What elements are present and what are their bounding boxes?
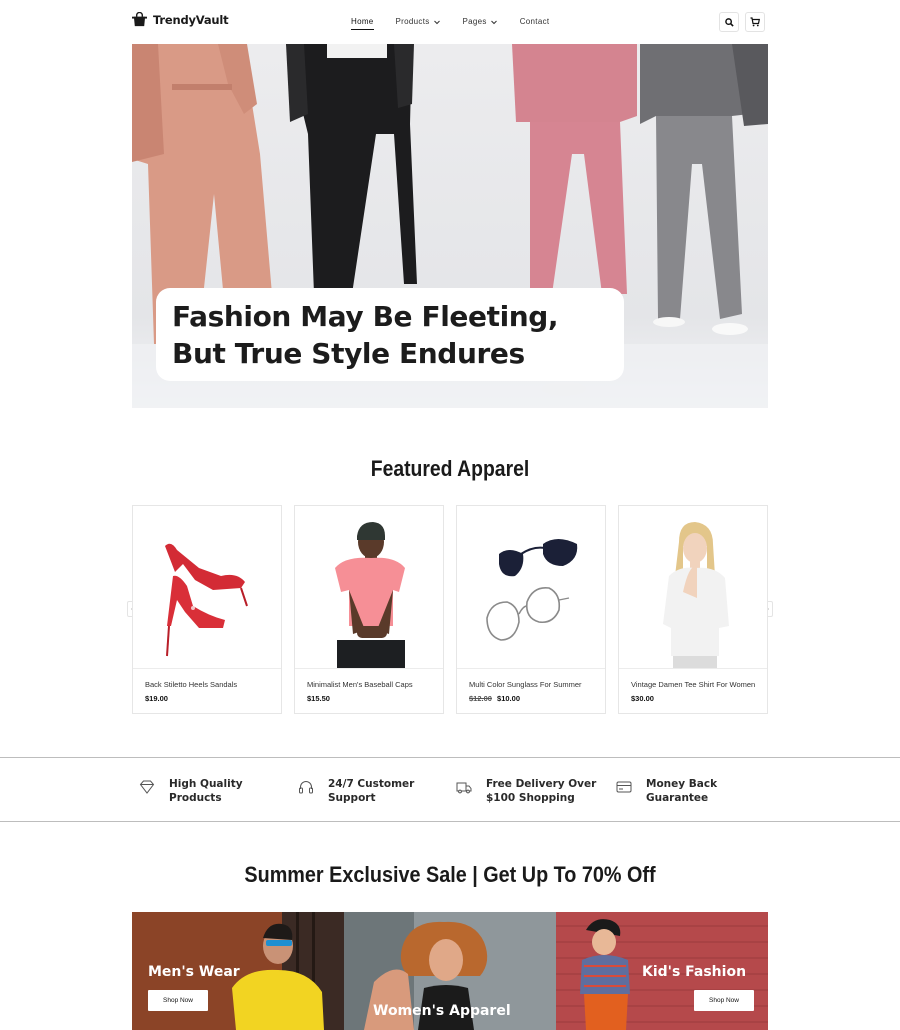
cart-button[interactable] xyxy=(745,12,765,32)
product-card[interactable]: Multi Color Sunglass For Summer $12.00 $… xyxy=(456,505,606,714)
truck-icon xyxy=(456,782,472,794)
feature-line-1: Free Delivery Over xyxy=(486,778,597,790)
product-card[interactable]: Vintage Damen Tee Shirt For Women $30.00 xyxy=(618,505,768,714)
product-name[interactable]: Vintage Damen Tee Shirt For Women xyxy=(631,680,755,689)
nav-pages-label: Pages xyxy=(462,17,487,26)
category-kids-fashion[interactable]: Kid's Fashion Shop Now xyxy=(556,912,768,1030)
product-image-baseball-cap xyxy=(295,506,443,669)
chevron-down-icon xyxy=(433,20,440,24)
product-card[interactable]: Back Stiletto Heels Sandals $19.00 xyxy=(132,505,282,714)
category-label: Women's Apparel xyxy=(373,1003,511,1019)
product-current-price: $15.50 xyxy=(307,694,330,703)
feature-text: Free Delivery Over $100 Shopping xyxy=(486,777,596,805)
shop-now-button[interactable]: Shop Now xyxy=(148,990,208,1011)
feature-line-2: Products xyxy=(169,792,222,804)
product-current-price: $30.00 xyxy=(631,694,654,703)
nav-pages[interactable]: Pages xyxy=(463,17,498,26)
category-womens-apparel[interactable]: Women's Apparel xyxy=(344,912,556,1030)
feature-line-2: Guarantee xyxy=(646,792,709,804)
headset-icon xyxy=(299,781,313,794)
brand-name: TrendyVault xyxy=(153,12,229,27)
cart-icon xyxy=(750,17,760,27)
feature-text: High Quality Products xyxy=(169,777,243,805)
category-label: Kid's Fashion xyxy=(642,964,747,980)
nav-products-label: Products xyxy=(395,17,430,26)
category-label: Men's Wear xyxy=(148,964,240,980)
chevron-down-icon xyxy=(490,20,497,24)
diamond-icon xyxy=(139,780,155,794)
feature-item: 24/7 Customer Support xyxy=(298,777,414,805)
product-image-sunglasses xyxy=(457,506,605,669)
feature-item: Free Delivery Over $100 Shopping xyxy=(456,777,596,805)
category-mens-wear[interactable]: Men's Wear Shop Now xyxy=(132,912,344,1030)
brand-logo[interactable]: TrendyVault xyxy=(132,12,229,27)
nav-home[interactable]: Home xyxy=(351,17,374,30)
feature-line-1: 24/7 Customer xyxy=(328,778,415,790)
features-bar: High Quality Products 24/7 Customer Supp… xyxy=(0,757,900,822)
hero-banner: Fashion May Be Fleeting, But True Style … xyxy=(132,44,768,408)
product-image-heels xyxy=(133,506,281,669)
product-card[interactable]: Minimalist Men's Baseball Caps $15.50 xyxy=(294,505,444,714)
feature-line-1: High Quality xyxy=(169,778,243,790)
product-carousel: Back Stiletto Heels Sandals $19.00 Minim… xyxy=(132,505,768,714)
product-current-price: $19.00 xyxy=(145,694,168,703)
hero-title-line-2: But True Style Endures xyxy=(172,337,525,370)
search-icon xyxy=(724,17,734,27)
site-header: TrendyVault Home Products Pages Contact xyxy=(0,0,900,44)
product-name[interactable]: Multi Color Sunglass For Summer xyxy=(469,680,582,689)
hero-title-line-1: Fashion May Be Fleeting, xyxy=(172,300,559,333)
feature-text: Money Back Guarantee xyxy=(646,777,717,805)
feature-item: Money Back Guarantee xyxy=(616,777,717,805)
product-old-price: $12.00 xyxy=(469,694,492,703)
nav-home-label: Home xyxy=(351,17,374,26)
feature-line-2: Support xyxy=(328,792,376,804)
product-image-womens-tee xyxy=(619,506,767,669)
feature-line-2: $100 Shopping xyxy=(486,792,575,804)
feature-line-1: Money Back xyxy=(646,778,718,790)
product-current-price: $10.00 xyxy=(497,694,520,703)
product-price: $15.50 xyxy=(307,694,330,703)
feature-item: High Quality Products xyxy=(139,777,243,805)
nav-contact[interactable]: Contact xyxy=(520,17,550,26)
shop-now-button[interactable]: Shop Now xyxy=(694,990,754,1011)
hero-headline-card: Fashion May Be Fleeting, But True Style … xyxy=(156,288,624,381)
nav-products[interactable]: Products xyxy=(396,17,441,26)
product-price: $19.00 xyxy=(145,694,168,703)
shopping-bag-logo-icon xyxy=(132,12,147,27)
main-menu: Home Products Pages Contact xyxy=(351,17,571,30)
search-button[interactable] xyxy=(719,12,739,32)
card-icon xyxy=(616,781,632,793)
product-price: $30.00 xyxy=(631,694,654,703)
product-name[interactable]: Minimalist Men's Baseball Caps xyxy=(307,680,413,689)
nav-contact-label: Contact xyxy=(519,17,550,26)
sale-section-title: Summer Exclusive Sale | Get Up To 70% Of… xyxy=(244,862,656,887)
featured-section-title: Featured Apparel xyxy=(370,456,530,481)
feature-text: 24/7 Customer Support xyxy=(328,777,414,805)
product-name[interactable]: Back Stiletto Heels Sandals xyxy=(145,680,237,689)
product-price: $12.00 $10.00 xyxy=(469,694,520,703)
